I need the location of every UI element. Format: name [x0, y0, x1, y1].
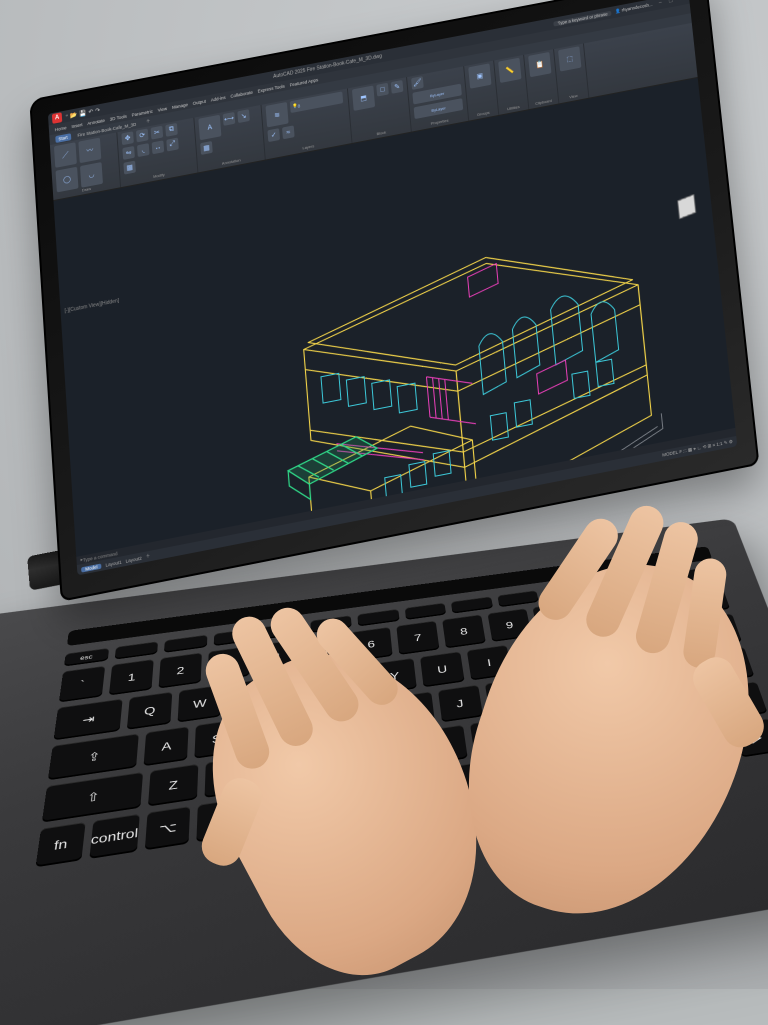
match-properties-icon[interactable]: 🖌 [411, 76, 424, 90]
panel-label: View [563, 92, 585, 101]
trim-tool-icon[interactable]: ✂ [151, 126, 164, 140]
key-f8[interactable] [451, 596, 493, 613]
ribbon-panel-properties: 🖌 ByLayer ByLayer Properties [407, 66, 469, 131]
panel-label: Clipboard [533, 97, 555, 106]
paste-icon[interactable]: 📋 [528, 52, 551, 77]
panel-label: Annotation [202, 154, 261, 170]
make-current-icon[interactable]: ✓ [267, 128, 280, 142]
viewport-label[interactable]: [-][Custom View][Hidden] [64, 298, 119, 314]
panel-label: Layers [269, 137, 347, 157]
array-tool-icon[interactable]: ▦ [123, 161, 136, 175]
key-j[interactable]: J [438, 685, 483, 723]
key-z[interactable]: Z [148, 764, 198, 807]
text-tool-icon[interactable]: A [198, 115, 221, 141]
edit-block-icon[interactable]: ✎ [391, 80, 404, 94]
ribbon-panel-block: ⬒ □ ✎ Block [348, 77, 412, 143]
ribbon-panel-view: ⬚ View [554, 43, 589, 103]
qat-save-icon[interactable]: 💾 [79, 109, 87, 117]
maximize-button[interactable]: □ [667, 0, 676, 6]
key-7[interactable]: 7 [396, 621, 439, 655]
key-fn[interactable]: fn [36, 822, 86, 867]
key-ctrl[interactable]: control [89, 814, 140, 859]
key-f6[interactable] [357, 609, 399, 626]
layout-tab-add-icon[interactable]: ＋ [146, 553, 151, 560]
key-opt[interactable]: ⌥ [144, 806, 190, 850]
laptop: esc ⏻ ` 1234567890-= ⌫ ⇥ QWERTYUIOP[]\ ⇪… [0, 0, 768, 989]
autocad-window: A ▫ 📂 💾 ↶ ↷ AutoCAD 2025 Fire Station-Bo… [48, 0, 737, 575]
tab-addins[interactable]: Add-ins [211, 94, 226, 102]
app-logo-icon[interactable]: A [52, 112, 62, 124]
key-q[interactable]: Q [127, 692, 172, 730]
model-tab[interactable]: Model [81, 563, 102, 572]
minimize-button[interactable]: − [656, 0, 664, 8]
tab-view[interactable]: View [158, 106, 168, 113]
panel-label: Groups [472, 109, 494, 118]
copy-tool-icon[interactable]: ⧉ [165, 123, 178, 137]
tab-output[interactable]: Output [193, 98, 207, 105]
ribbon-panel-draw: ／ 〰 ◯ ◡ Draw [50, 132, 121, 200]
match-layer-icon[interactable]: ≈ [282, 125, 295, 139]
polyline-tool-icon[interactable]: 〰 [78, 138, 101, 164]
tab-home[interactable]: Home [55, 125, 67, 132]
key-tab[interactable]: ⇥ [53, 699, 122, 741]
measure-icon[interactable]: 📏 [498, 58, 521, 83]
qat-redo-icon[interactable]: ↷ [95, 106, 100, 114]
key-f7[interactable] [404, 603, 446, 620]
line-tool-icon[interactable]: ／ [54, 142, 77, 168]
key-caps[interactable]: ⇪ [48, 733, 139, 780]
scale-tool-icon[interactable]: ⤢ [166, 138, 179, 152]
mirror-tool-icon[interactable]: ⇋ [122, 146, 135, 160]
qat-undo-icon[interactable]: ↶ [88, 108, 93, 116]
insert-block-icon[interactable]: ⬒ [352, 85, 375, 110]
key-2[interactable]: 2 [159, 653, 202, 689]
ribbon-panel-groups: ▣ Groups [464, 61, 499, 121]
panel-label: Block [356, 126, 407, 141]
key-f2[interactable] [164, 635, 207, 653]
table-tool-icon[interactable]: ▦ [200, 141, 213, 155]
base-view-icon[interactable]: ⬚ [558, 46, 581, 71]
ribbon-panel-annotation: A ⟷ ↘ ▦ Annotation [194, 105, 265, 173]
key-1[interactable]: 1 [109, 659, 154, 695]
tab-insert[interactable]: Insert [71, 122, 82, 129]
dimension-tool-icon[interactable]: ⟷ [223, 112, 236, 126]
key-a[interactable]: A [144, 726, 189, 766]
layout-tab-2[interactable]: Layout2 [125, 555, 141, 563]
rotate-tool-icon[interactable]: ⟳ [136, 128, 149, 142]
key-f9[interactable] [497, 590, 539, 607]
layout-tab-1[interactable]: Layout1 [105, 559, 121, 567]
key-grave[interactable]: ` [59, 666, 105, 703]
stretch-tool-icon[interactable]: ↔ [152, 140, 165, 154]
leader-tool-icon[interactable]: ↘ [237, 109, 250, 123]
fillet-tool-icon[interactable]: ◟ [137, 143, 150, 157]
key-8[interactable]: 8 [442, 614, 486, 648]
key-f1[interactable] [114, 641, 158, 659]
create-block-icon[interactable]: □ [376, 83, 389, 97]
view-cube[interactable] [671, 194, 703, 229]
move-tool-icon[interactable]: ✥ [121, 131, 134, 145]
close-button[interactable]: × [677, 0, 686, 4]
key-u[interactable]: U [420, 651, 465, 687]
panel-label: Utilities [502, 103, 524, 112]
key-esc[interactable]: esc [64, 648, 109, 667]
qat-new-icon[interactable]: ▫ [66, 113, 69, 120]
layer-properties-icon[interactable]: ≣ [266, 102, 289, 127]
group-icon[interactable]: ▣ [468, 63, 491, 88]
view-cube-face[interactable] [677, 194, 695, 219]
qat-open-icon[interactable]: 📂 [70, 111, 78, 119]
